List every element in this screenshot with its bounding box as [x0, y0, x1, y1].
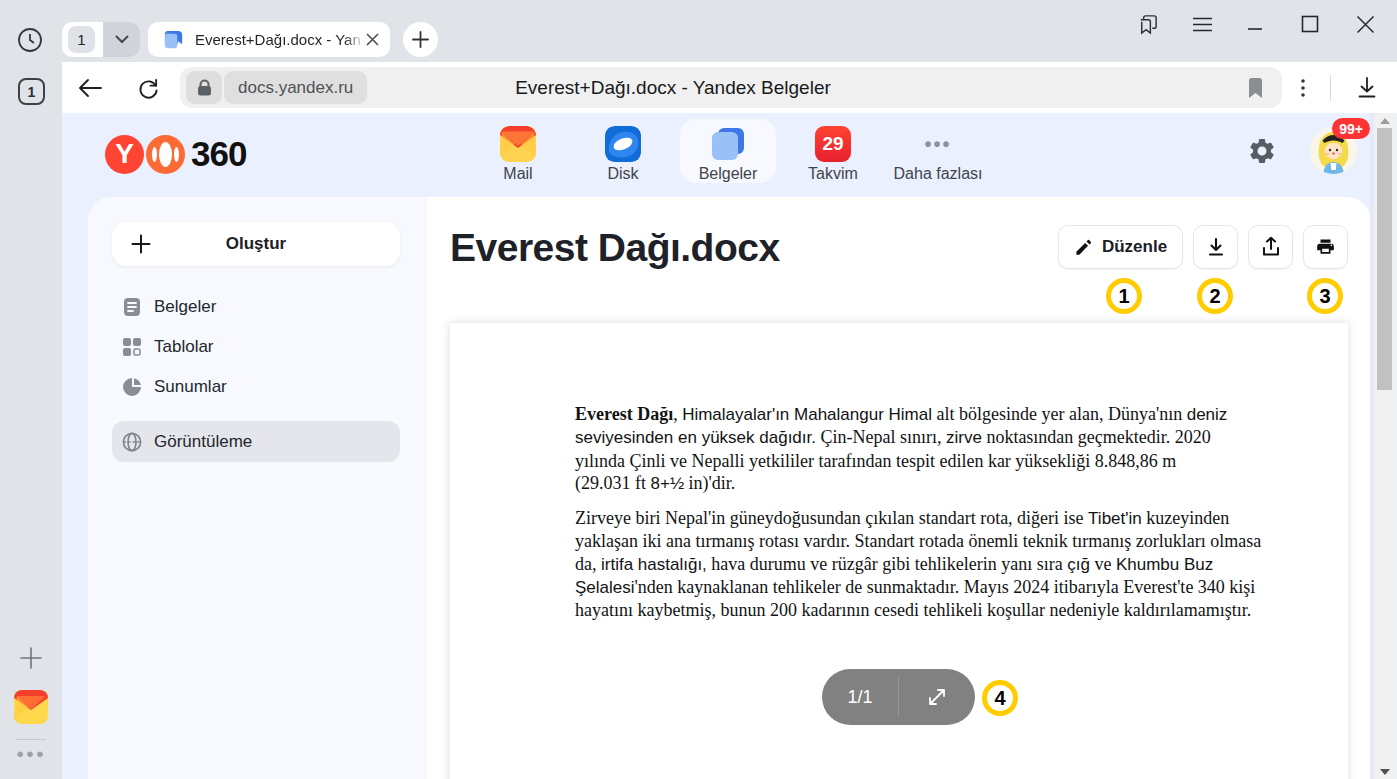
expand-icon: [926, 686, 948, 708]
docs-panel: Oluştur Belgeler Tablolar: [88, 197, 1371, 779]
app-mail-label: Mail: [470, 165, 566, 183]
bar-divider: [1330, 75, 1331, 101]
notification-badge: 99+: [1332, 118, 1370, 139]
docs-content: Everest Dağı.docx Düzenle: [427, 197, 1371, 779]
new-tab-button[interactable]: [403, 22, 438, 57]
create-label: Oluştur: [112, 234, 400, 254]
panels-icon[interactable]: [1133, 10, 1161, 38]
back-icon[interactable]: [76, 74, 104, 102]
browser-side-strip: 1 ●●●: [0, 62, 62, 779]
print-button[interactable]: [1303, 225, 1348, 269]
url-bar[interactable]: docs.yandex.ru Everest+Dağı.docx - Yande…: [180, 67, 1282, 108]
app-takvim-label: Takvim: [785, 165, 881, 183]
create-button[interactable]: Oluştur: [112, 222, 400, 266]
sidebar-item-label: Tablolar: [154, 337, 214, 357]
document-title: Everest Dağı.docx: [450, 226, 780, 270]
more-apps-icon: •••: [920, 126, 956, 162]
download-icon: [1206, 237, 1226, 257]
close-button[interactable]: [1351, 10, 1379, 38]
bookmark-icon[interactable]: [1247, 78, 1264, 102]
document-text: Everest Dağı, Himalayalar'ın Mahalangur …: [575, 403, 1290, 622]
maximize-button[interactable]: [1296, 10, 1324, 38]
tab-title: Everest+Dağı.docx - Yan: [195, 31, 365, 48]
tab-group-count[interactable]: 1: [68, 26, 95, 53]
tab-group-pill[interactable]: 1: [62, 22, 140, 57]
tab-bar: 1 Everest+Dağı.docx - Yan: [0, 0, 1397, 62]
docs-icon: [710, 126, 746, 162]
page-indicator[interactable]: 1/1: [822, 669, 975, 725]
sidebar-item-sunumlar[interactable]: Sunumlar: [112, 367, 400, 407]
downloads-icon[interactable]: [1353, 74, 1381, 102]
browser-tab[interactable]: Everest+Dağı.docx - Yan: [148, 22, 390, 57]
app-belgeler[interactable]: Belgeler: [680, 118, 776, 183]
service-header: Y 360 Mail: [62, 113, 1375, 197]
doc-paragraph-1: Everest Dağı, Himalayalar'ın Mahalangur …: [575, 403, 1290, 495]
share-icon: [1261, 236, 1281, 258]
edit-label: Düzenle: [1102, 237, 1167, 257]
sidebar-item-tablolar[interactable]: Tablolar: [112, 327, 400, 367]
app-takvim[interactable]: 29 Takvim: [785, 118, 881, 183]
sidebar-item-label: Belgeler: [154, 297, 216, 317]
tab-close-icon[interactable]: [365, 32, 380, 47]
refresh-icon[interactable]: [134, 74, 162, 102]
lock-icon[interactable]: [186, 71, 222, 104]
scrollbar-thumb[interactable]: [1377, 128, 1392, 390]
globe-icon: [122, 432, 142, 452]
chevron-down-icon[interactable]: [103, 22, 140, 57]
strip-divider: [16, 739, 46, 740]
sidebar-item-label: Sunumlar: [154, 377, 227, 397]
address-bar: docs.yandex.ru Everest+Dağı.docx - Yande…: [62, 62, 1397, 113]
strip-more-icon[interactable]: ●●●: [16, 746, 46, 761]
download-button[interactable]: [1193, 225, 1238, 269]
app-more-label: Daha fazlası: [873, 165, 1003, 183]
docs-favicon: [162, 28, 185, 51]
calendar-icon: 29: [815, 126, 851, 162]
scrollbar[interactable]: [1374, 113, 1396, 779]
url-text[interactable]: docs.yandex.ru: [224, 71, 367, 104]
app-more[interactable]: ••• Daha fazlası: [873, 118, 1003, 183]
menu-icon[interactable]: [1188, 10, 1216, 38]
print-icon: [1315, 237, 1336, 257]
presentations-icon: [122, 377, 142, 397]
annotation-3: 3: [1307, 278, 1343, 314]
pencil-icon: [1074, 238, 1093, 257]
app-belgeler-label: Belgeler: [680, 165, 776, 183]
mail-app-icon[interactable]: [14, 690, 48, 724]
documents-icon: [122, 297, 142, 317]
scroll-up-icon[interactable]: [1374, 113, 1396, 128]
sidebar-item-goruntuleme[interactable]: Görüntüleme: [112, 421, 400, 462]
fullscreen-button[interactable]: [899, 686, 975, 708]
sidebar-item-label: Görüntüleme: [154, 432, 252, 452]
app-disk[interactable]: Disk: [575, 118, 671, 183]
app-disk-label: Disk: [575, 165, 671, 183]
page-count: 1/1: [822, 687, 898, 708]
edit-button[interactable]: Düzenle: [1058, 225, 1183, 269]
tables-icon: [122, 337, 142, 357]
annotation-2: 2: [1197, 278, 1233, 314]
share-button[interactable]: [1248, 225, 1293, 269]
browser-window: 1 Everest+Dağı.docx - Yan: [0, 0, 1397, 779]
more-options-icon[interactable]: [1291, 74, 1315, 102]
minimize-button[interactable]: [1241, 10, 1269, 38]
annotation-1: 1: [1106, 278, 1142, 314]
sidebar-item-belgeler[interactable]: Belgeler: [112, 287, 400, 327]
docs-sidebar: Oluştur Belgeler Tablolar: [88, 197, 427, 779]
settings-gear-icon[interactable]: [1247, 136, 1277, 166]
scroll-down-icon[interactable]: [1374, 764, 1396, 779]
side-add-icon[interactable]: [19, 646, 43, 670]
web-content: Y 360 Mail: [62, 113, 1397, 779]
side-tab-counter[interactable]: 1: [18, 78, 45, 105]
history-icon[interactable]: [17, 27, 43, 53]
app-mail[interactable]: Mail: [470, 118, 566, 183]
annotation-4: 4: [982, 680, 1018, 716]
disk-icon: [605, 126, 641, 162]
doc-paragraph-2: Zirveye biri Nepal'in güneydoğusundan çı…: [575, 507, 1290, 621]
mail-icon: [500, 126, 536, 162]
